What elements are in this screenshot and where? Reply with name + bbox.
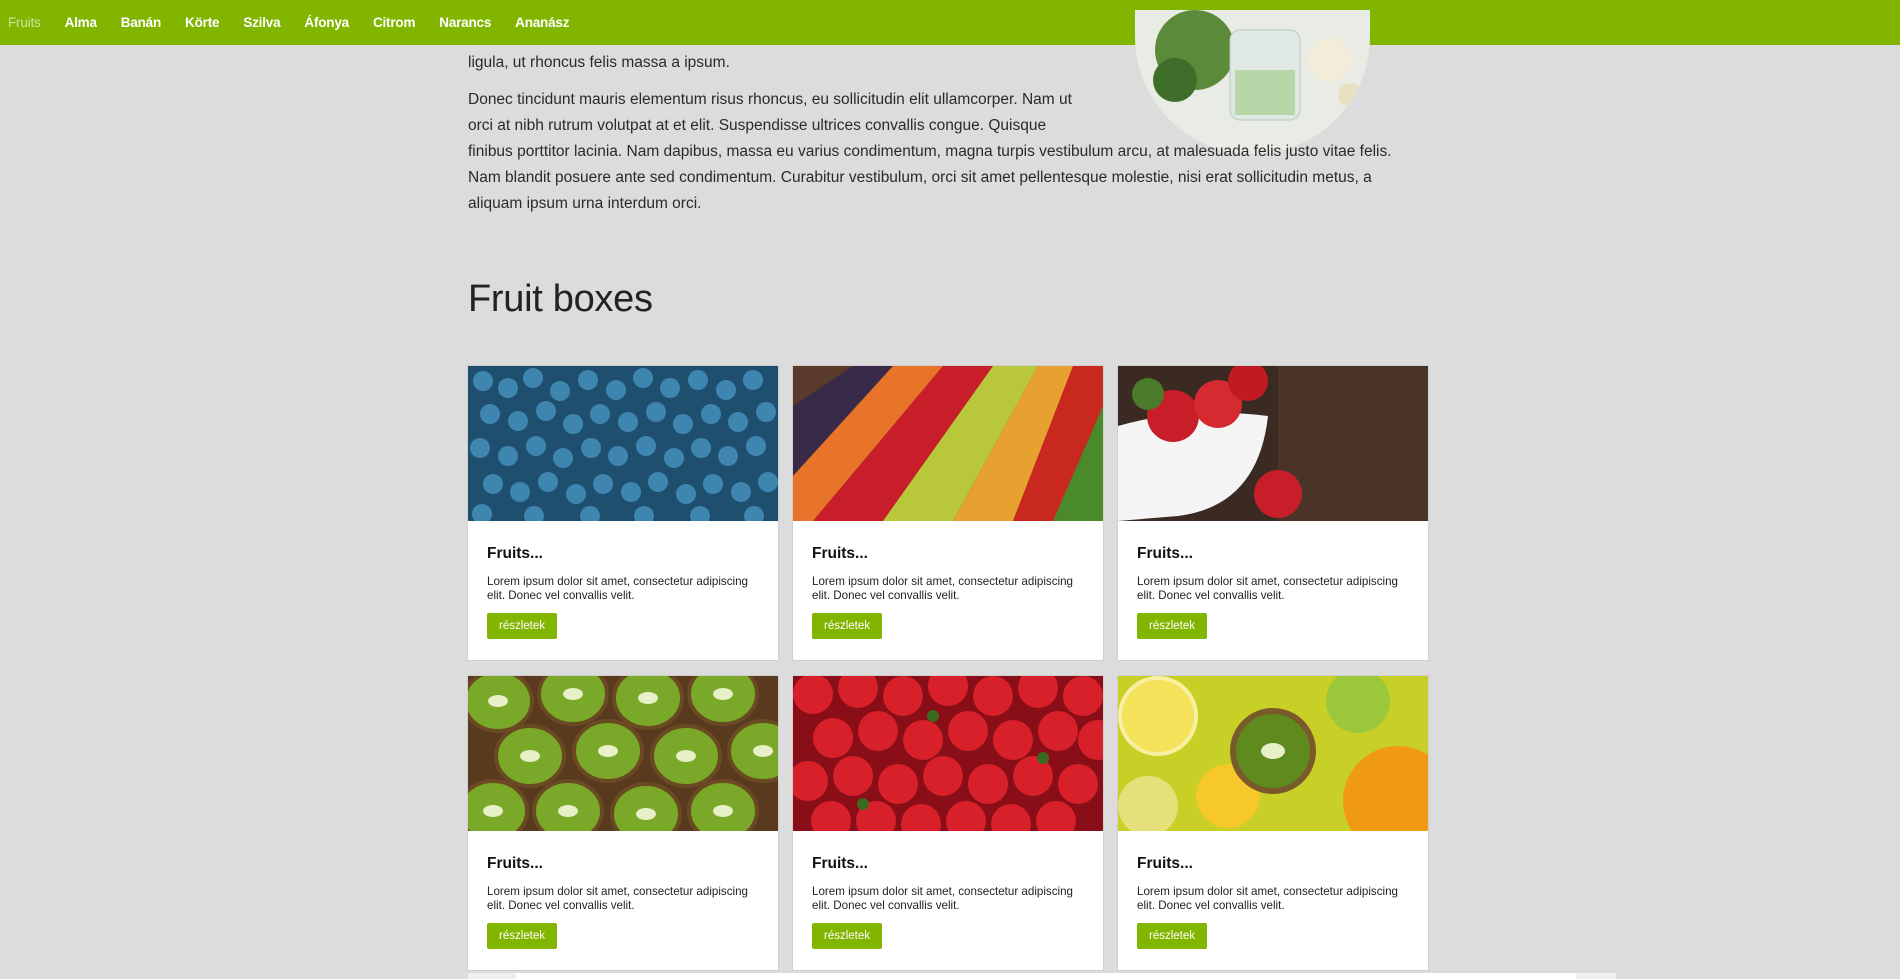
card-title: Fruits... (812, 855, 868, 872)
nav-item-fruits[interactable]: Fruits (8, 15, 53, 30)
nav-item-narancs[interactable]: Narancs (439, 15, 503, 30)
details-button[interactable]: részletek (812, 613, 883, 639)
horizontal-scrollbar[interactable] (468, 973, 1616, 979)
card-body: Fruits... Lorem ipsum dolor sit amet, co… (468, 831, 778, 949)
card-text: Lorem ipsum dolor sit amet, consectetur … (487, 575, 748, 602)
fruit-card: Fruits... Lorem ipsum dolor sit amet, co… (468, 366, 778, 660)
nav-item-afonya[interactable]: Áfonya (304, 15, 361, 30)
nav-item-banan[interactable]: Banán (121, 15, 173, 30)
fruit-card: Fruits... Lorem ipsum dolor sit amet, co… (1118, 676, 1428, 970)
card-body: Fruits... Lorem ipsum dolor sit amet, co… (793, 521, 1103, 639)
card-title: Fruits... (487, 855, 543, 872)
card-image-blueberries (468, 366, 778, 521)
details-button[interactable]: részletek (1137, 613, 1208, 639)
details-button[interactable]: részletek (812, 923, 883, 949)
top-navbar: Fruits Alma Banán Körte Szilva Áfonya Ci… (0, 0, 1900, 45)
intro-line: ligula, ut rhoncus felis massa a ipsum. (468, 54, 730, 71)
details-button[interactable]: részletek (487, 613, 558, 639)
card-text: Lorem ipsum dolor sit amet, consectetur … (1137, 575, 1398, 602)
card-text: Lorem ipsum dolor sit amet, consectetur … (487, 885, 748, 912)
details-button[interactable]: részletek (487, 923, 558, 949)
card-image-citrus-kiwi (1118, 676, 1428, 831)
intro-paragraph-rest: finibus porttitor lacinia. Nam dapibus, … (468, 143, 1392, 212)
card-title: Fruits... (1137, 855, 1193, 872)
nav-item-korte[interactable]: Körte (185, 15, 231, 30)
fruit-card: Fruits... Lorem ipsum dolor sit amet, co… (468, 676, 778, 970)
fruit-box-grid: Fruits... Lorem ipsum dolor sit amet, co… (468, 366, 1428, 970)
fruit-card: Fruits... Lorem ipsum dolor sit amet, co… (793, 676, 1103, 970)
card-image-market-vegetables (793, 366, 1103, 521)
card-body: Fruits... Lorem ipsum dolor sit amet, co… (793, 831, 1103, 949)
card-body: Fruits... Lorem ipsum dolor sit amet, co… (1118, 831, 1428, 949)
card-text: Lorem ipsum dolor sit amet, consectetur … (1137, 885, 1398, 912)
card-image-strawberries (793, 676, 1103, 831)
fruit-card: Fruits... Lorem ipsum dolor sit amet, co… (1118, 366, 1428, 660)
card-image-kiwi-slices (468, 676, 778, 831)
card-title: Fruits... (1137, 545, 1193, 562)
card-text: Lorem ipsum dolor sit amet, consectetur … (812, 885, 1073, 912)
scrollbar-thumb[interactable] (516, 973, 1576, 979)
fruit-card: Fruits... Lorem ipsum dolor sit amet, co… (793, 366, 1103, 660)
nav-item-citrom[interactable]: Citrom (373, 15, 427, 30)
card-body: Fruits... Lorem ipsum dolor sit amet, co… (468, 521, 778, 639)
intro-paragraph: Donec tincidunt mauris elementum risus r… (468, 87, 1428, 217)
nav-item-szilva[interactable]: Szilva (243, 15, 292, 30)
nav-item-alma[interactable]: Alma (65, 15, 109, 30)
card-title: Fruits... (487, 545, 543, 562)
card-body: Fruits... Lorem ipsum dolor sit amet, co… (1118, 521, 1428, 639)
section-title: Fruit boxes (468, 278, 653, 320)
card-image-strawberries-bowl (1118, 366, 1428, 521)
card-title: Fruits... (812, 545, 868, 562)
nav-item-ananasz[interactable]: Ananász (515, 15, 581, 30)
card-text: Lorem ipsum dolor sit amet, consectetur … (812, 575, 1073, 602)
intro-paragraph-start: Donec tincidunt mauris elementum risus r… (468, 91, 1072, 134)
details-button[interactable]: részletek (1137, 923, 1208, 949)
